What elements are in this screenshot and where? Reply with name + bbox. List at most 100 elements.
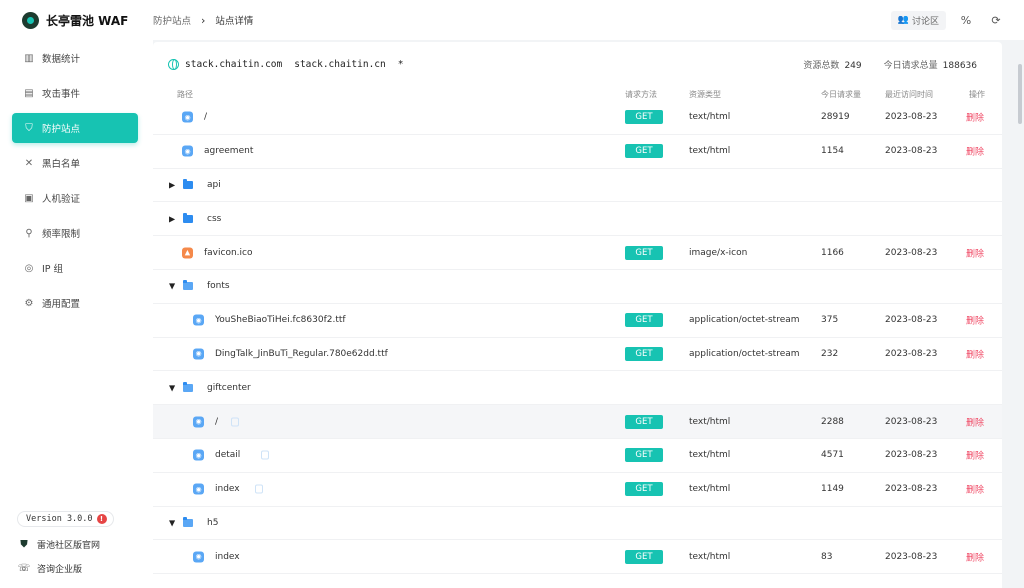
header-today: 今日请求量 [821,90,861,99]
forum-button[interactable]: 👥 讨论区 [890,10,946,30]
last-visit: 2023-08-23 [885,551,938,562]
alert-icon: ! [96,514,107,524]
sidebar-item[interactable]: ⛉ 防护站点 [12,113,138,143]
method-badge: GET [625,482,663,497]
file-icon: ◉ [182,111,193,123]
copy-icon[interactable] [261,450,269,460]
delete-button[interactable]: 删除 [966,246,984,259]
location-icon: ◎ [24,262,34,274]
bar-chart-icon: ▥ [24,52,34,64]
domain-item: stack.chaitin.com [185,59,283,70]
sidebar-item[interactable]: ▤ 攻击事件 [12,78,138,108]
caret-down-icon[interactable]: ▼ [169,383,175,392]
percent-icon[interactable]: % [956,10,976,30]
method-badge: GET [625,110,663,125]
folder-row[interactable]: ▶ api [153,169,1002,203]
copy-icon[interactable] [231,417,239,427]
logout-icon[interactable]: ⟳ [986,10,1006,30]
file-icon: ◉ [193,416,204,428]
sidebar-item[interactable]: ▥ 数据统计 [12,43,138,73]
table-row[interactable]: ◉ detail GET text/html 4571 2023-08-23 删除 [153,439,1002,473]
table-row[interactable]: ◉ index GET text/html 83 2023-08-23 删除 [153,540,1002,575]
captcha-icon: ▣ [24,192,34,204]
resource-path[interactable]: YouSheBiaoTiHei.fc8630f2.ttf [215,315,346,325]
delete-button[interactable]: 删除 [966,483,984,496]
sidebar-item[interactable]: ⚲ 频率限制 [12,218,138,248]
delete-button[interactable]: 删除 [966,145,984,158]
delete-button[interactable]: 删除 [966,550,984,563]
caret-down-icon[interactable]: ▼ [169,518,175,527]
header-method: 请求方法 [625,90,657,99]
method-badge: GET [625,549,663,564]
delete-button[interactable]: 删除 [966,111,984,124]
last-visit: 2023-08-23 [885,247,938,258]
sidebar-item[interactable]: ◎ IP 组 [12,253,138,283]
sidebar-item-label: 防护站点 [42,124,81,135]
enterprise-link[interactable]: ☏ 咨询企业版 [18,562,82,575]
resource-path[interactable]: / [215,417,218,427]
resource-path[interactable]: detail [215,450,240,460]
folder-row[interactable]: ▶ css [153,202,1002,237]
delete-button[interactable]: 删除 [966,314,984,327]
sidebar-item[interactable]: ▣ 人机验证 [12,183,138,213]
folder-name[interactable]: giftcenter [207,383,251,393]
caret-right-icon[interactable]: ▶ [169,214,175,223]
today-count: 28919 [821,112,850,123]
folder-name[interactable]: api [207,180,221,190]
folder-name[interactable]: fonts [207,281,230,291]
table-row[interactable]: ◉ / GET text/html 28919 2023-08-23 删除 [153,101,1002,135]
delete-button[interactable]: 删除 [966,415,984,428]
caret-right-icon[interactable]: ▶ [169,180,175,189]
domain-item: stack.chaitin.cn [294,59,386,70]
folder-name[interactable]: css [207,214,221,224]
method-badge: GET [625,414,663,429]
resource-path[interactable]: / [204,112,207,122]
brand[interactable]: 长亭雷池 WAF [0,11,153,29]
forum-label: 讨论区 [911,16,939,27]
table-row[interactable]: ◉ index GET text/html 1149 2023-08-23 删除 [153,473,1002,507]
resource-path[interactable]: favicon.ico [204,248,253,258]
shield-logo-icon: ⛊ [20,539,28,550]
sidebar-item[interactable]: ✕ 黑白名单 [12,148,138,178]
resource-path[interactable]: DingTalk_JinBuTi_Regular.780e62dd.ttf [215,349,388,359]
sidebar-item[interactable]: ⚙ 通用配置 [12,288,138,318]
scrollbar-thumb[interactable] [1018,64,1022,124]
delete-button[interactable]: 删除 [966,449,984,462]
sidebar-item-label: 频率限制 [42,229,81,240]
community-link[interactable]: ⛊ 雷池社区版官网 [18,538,100,551]
caret-down-icon[interactable]: ▼ [169,282,175,291]
sidebar-item-label: 通用配置 [42,299,81,310]
breadcrumb-parent[interactable]: 防护站点 [153,13,191,27]
header-path: 路径 [177,90,193,99]
version-badge[interactable]: Version 3.0.0 ! [17,511,114,527]
gauge-icon: ⚲ [25,227,33,239]
folder-row[interactable]: ▼ h5 [153,507,1002,541]
resource-path[interactable]: index [215,552,240,562]
header-last: 最近访问时间 [885,90,933,99]
delete-button[interactable]: 删除 [966,347,984,360]
table-row[interactable]: ▲ favicon.ico GET image/x-icon 1166 2023-08-2… [153,236,1002,270]
scrollbar[interactable] [1016,42,1024,588]
folder-row[interactable]: ▼ giftcenter [153,371,1002,406]
table-row[interactable]: ◉ DingTalk_JinBuTi_Regular.780e62dd.ttf GE… [153,338,1002,372]
sidebar-item-label: 黑白名单 [42,159,81,170]
folder-row[interactable]: ▼ fonts [153,270,1002,304]
resource-path[interactable]: index [215,484,240,494]
table-row[interactable]: ◉ YouSheBiaoTiHei.fc8630f2.ttf GET applicat… [153,304,1002,338]
today-count: 4571 [821,450,844,461]
table-row[interactable]: ◉ agreement GET text/html 1154 2023-08-23 删除 [153,135,1002,169]
sidebar-item-label: IP 组 [42,264,64,275]
header-type: 资源类型 [689,90,721,99]
resource-type: text/html [689,146,731,157]
site-detail-panel: stack.chaitin.com stack.chaitin.cn * 资源总… [153,42,1002,588]
copy-icon[interactable] [255,484,263,494]
folder-name[interactable]: h5 [207,518,218,528]
table-row[interactable]: ◉ / GET text/html 2288 2023-08-23 删除 [153,405,1002,439]
resource-type: text/html [689,416,731,427]
method-badge: GET [625,245,663,260]
sidebar: Version 3.0.0 ! ⛊ 雷池社区版官网 ☏ 咨询企业版 ▥ 数据统计 ▤… [0,40,153,588]
resource-path[interactable]: agreement [204,146,253,156]
document-icon: ▤ [24,87,34,99]
file-icon: ◉ [193,449,204,461]
last-visit: 2023-08-23 [885,484,938,495]
